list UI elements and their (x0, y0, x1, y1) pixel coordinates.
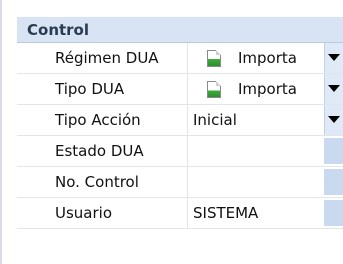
document-icon (207, 81, 221, 98)
property-row-regimen-dua[interactable]: Régimen DUA Importa (17, 43, 343, 74)
document-icon (207, 50, 221, 67)
column-divider (187, 105, 188, 135)
property-value[interactable]: Importa (238, 49, 297, 67)
value-edit-cell[interactable] (324, 200, 343, 226)
property-label: Estado DUA (55, 142, 144, 160)
property-label: Régimen DUA (55, 49, 159, 67)
property-row-usuario[interactable]: Usuario SISTEMA (17, 198, 343, 229)
property-value[interactable]: SISTEMA (193, 204, 258, 222)
section-title: Control (27, 21, 90, 39)
property-label: No. Control (55, 173, 139, 191)
property-row-no-control[interactable]: No. Control (17, 167, 343, 198)
column-divider (187, 136, 188, 166)
column-divider (187, 198, 188, 228)
column-divider (187, 43, 188, 73)
dropdown-button[interactable] (324, 74, 343, 104)
dropdown-arrow-icon (328, 116, 340, 123)
property-row-estado-dua[interactable]: Estado DUA (17, 136, 343, 167)
value-edit-cell[interactable] (324, 138, 343, 164)
property-grid: Control Régimen DUA Importa Tipo DUA Imp… (0, 0, 343, 264)
property-value[interactable]: Importa (238, 80, 297, 98)
dropdown-button[interactable] (324, 105, 343, 135)
dropdown-button[interactable] (324, 43, 343, 73)
dropdown-arrow-icon (328, 85, 340, 92)
property-label: Usuario (55, 204, 113, 222)
property-row-tipo-dua[interactable]: Tipo DUA Importa (17, 74, 343, 105)
section-header-control[interactable]: Control (17, 17, 343, 43)
dropdown-arrow-icon (328, 54, 340, 61)
property-label: Tipo DUA (55, 80, 125, 98)
property-value[interactable]: Inicial (193, 111, 237, 129)
panel-left-border (0, 0, 2, 264)
column-divider (187, 74, 188, 104)
property-label: Tipo Acción (55, 111, 141, 129)
property-row-tipo-accion[interactable]: Tipo Acción Inicial (17, 105, 343, 136)
value-edit-cell[interactable] (324, 169, 343, 195)
column-divider (187, 167, 188, 197)
